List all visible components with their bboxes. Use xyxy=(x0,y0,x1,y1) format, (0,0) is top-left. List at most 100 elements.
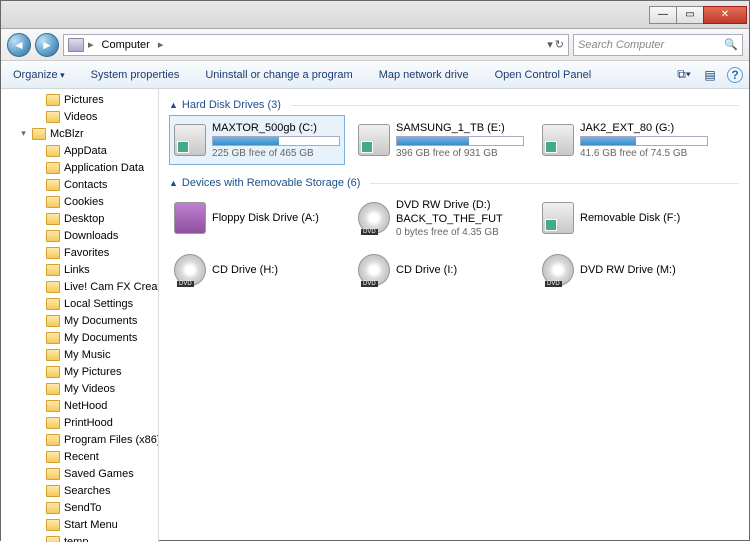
tree-item[interactable]: Contacts xyxy=(1,176,158,193)
tree-item-label: My Documents xyxy=(64,332,137,344)
tree-item[interactable]: Favorites xyxy=(1,244,158,261)
tree-item[interactable]: Desktop xyxy=(1,210,158,227)
tree-item[interactable]: Searches xyxy=(1,482,158,499)
tree-item-label: Local Settings xyxy=(64,298,133,310)
drive-tile[interactable]: DVD RW Drive (M:) xyxy=(537,245,713,295)
collapse-icon: ▲ xyxy=(169,100,178,110)
tree-item-label: Contacts xyxy=(64,179,107,191)
organize-button[interactable]: Organize xyxy=(7,66,71,84)
fold-icon xyxy=(46,94,60,106)
maximize-button[interactable]: ▭ xyxy=(676,6,704,24)
tree-item[interactable]: Local Settings xyxy=(1,295,158,312)
fold-icon xyxy=(46,502,60,514)
drive-tile[interactable]: JAK2_EXT_80 (G:)41.6 GB free of 74.5 GB xyxy=(537,115,713,165)
tree-item[interactable]: Pictures xyxy=(1,91,158,108)
forward-button[interactable]: ► xyxy=(35,33,59,57)
back-button[interactable]: ◄ xyxy=(7,33,31,57)
drive-tile[interactable]: CD Drive (I:) xyxy=(353,245,529,295)
capacity-bar xyxy=(396,136,524,146)
tree-item[interactable]: Recent xyxy=(1,448,158,465)
group-header-removable[interactable]: ▲ Devices with Removable Storage (6) xyxy=(169,173,739,193)
tree-item-label: My Pictures xyxy=(64,366,121,378)
group-title: Hard Disk Drives (3) xyxy=(182,99,281,111)
tree-item[interactable]: My Documents xyxy=(1,312,158,329)
drive-tile[interactable]: SAMSUNG_1_TB (E:)396 GB free of 931 GB xyxy=(353,115,529,165)
hdd-icon xyxy=(542,202,574,234)
chevron-right-icon[interactable]: ▸ xyxy=(88,38,94,51)
chevron-right-icon[interactable]: ▸ xyxy=(158,38,164,51)
close-button[interactable]: ✕ xyxy=(703,6,747,24)
tree-item-label: Favorites xyxy=(64,247,109,259)
open-control-panel-button[interactable]: Open Control Panel xyxy=(489,66,598,84)
fold-icon xyxy=(46,213,60,225)
dvd-icon xyxy=(358,254,390,286)
tree-item[interactable]: Cookies xyxy=(1,193,158,210)
drive-name: CD Drive (H:) xyxy=(212,264,340,276)
drive-free-space: 225 GB free of 465 GB xyxy=(212,148,340,159)
navigation-tree[interactable]: Pictures Videos ▾McBlzrAppDataApplication … xyxy=(1,89,159,542)
tree-item[interactable]: My Music xyxy=(1,346,158,363)
collapse-icon: ▲ xyxy=(169,178,178,188)
tree-item[interactable]: Videos xyxy=(1,108,158,125)
tree-item[interactable]: My Pictures xyxy=(1,363,158,380)
drive-tile[interactable]: MAXTOR_500gb (C:) 225 GB free of 465 GB xyxy=(169,115,345,165)
fold-icon xyxy=(46,468,60,480)
tree-item[interactable]: Downloads xyxy=(1,227,158,244)
map-network-drive-button[interactable]: Map network drive xyxy=(373,66,475,84)
address-dropdown-icon[interactable]: ▾ xyxy=(547,38,553,51)
group-removable-storage: ▲ Devices with Removable Storage (6) Flo… xyxy=(169,173,739,295)
breadcrumb-computer[interactable]: Computer xyxy=(98,37,154,53)
tree-item-label: Live! Cam FX Creator xyxy=(64,281,159,293)
tree-item-label: Recent xyxy=(64,451,99,463)
refresh-icon[interactable]: ↻ xyxy=(555,38,564,51)
tree-item[interactable]: Live! Cam FX Creator xyxy=(1,278,158,295)
drive-tile[interactable]: CD Drive (H:) xyxy=(169,245,345,295)
drive-tile[interactable]: Removable Disk (F:) xyxy=(537,193,713,243)
dvd-icon xyxy=(174,254,206,286)
tree-item-label: NetHood xyxy=(64,400,107,412)
tree-item[interactable]: AppData xyxy=(1,142,158,159)
tree-item[interactable]: My Documents xyxy=(1,329,158,346)
drive-name: MAXTOR_500gb (C:) xyxy=(212,122,340,134)
view-options-icon[interactable]: ⧉▾ xyxy=(675,66,693,84)
address-bar: ◄ ► ▸ Computer ▸ ▾ ↻ Search Computer 🔍 xyxy=(1,29,749,61)
expand-icon[interactable]: ▾ xyxy=(19,128,28,139)
search-input[interactable]: Search Computer 🔍 xyxy=(573,34,743,56)
fold-icon xyxy=(46,485,60,497)
dvd-icon xyxy=(542,254,574,286)
minimize-button[interactable]: — xyxy=(649,6,677,24)
tree-item[interactable]: Application Data xyxy=(1,159,158,176)
tree-item-label: My Videos xyxy=(64,383,115,395)
hdd-icon xyxy=(542,124,574,156)
fold-icon xyxy=(46,434,60,446)
system-properties-button[interactable]: System properties xyxy=(85,66,186,84)
tree-item[interactable]: Links xyxy=(1,261,158,278)
help-icon[interactable]: ? xyxy=(727,67,743,83)
computer-icon xyxy=(68,38,84,52)
tree-item[interactable]: PrintHood xyxy=(1,414,158,431)
tree-item[interactable]: Saved Games xyxy=(1,465,158,482)
tree-item[interactable]: Program Files (x86) xyxy=(1,431,158,448)
tree-item[interactable]: My Videos xyxy=(1,380,158,397)
preview-pane-icon[interactable]: ▤ xyxy=(701,66,719,84)
fold-icon xyxy=(46,230,60,242)
group-header-hdd[interactable]: ▲ Hard Disk Drives (3) xyxy=(169,95,739,115)
drive-name: Floppy Disk Drive (A:) xyxy=(212,212,340,224)
tree-item-label: Videos xyxy=(64,111,97,123)
tree-item[interactable]: ▾McBlzr xyxy=(1,125,158,142)
uninstall-button[interactable]: Uninstall or change a program xyxy=(199,66,358,84)
drive-name: DVD RW Drive (M:) xyxy=(580,264,708,276)
fold-icon xyxy=(46,332,60,344)
tree-item-label: My Documents xyxy=(64,315,137,327)
fold-icon xyxy=(46,111,60,123)
tree-item[interactable]: NetHood xyxy=(1,397,158,414)
titlebar: — ▭ ✕ xyxy=(1,1,749,29)
drive-tile[interactable]: DVD RW Drive (D:)BACK_TO_THE_FUT0 bytes … xyxy=(353,193,529,243)
drive-tile[interactable]: Floppy Disk Drive (A:) xyxy=(169,193,345,243)
breadcrumb[interactable]: ▸ Computer ▸ ▾ ↻ xyxy=(63,34,569,56)
group-title: Devices with Removable Storage (6) xyxy=(182,177,361,189)
drive-name: JAK2_EXT_80 (G:) xyxy=(580,122,708,134)
fold-icon xyxy=(46,247,60,259)
tree-item[interactable]: SendTo xyxy=(1,499,158,516)
tree-item[interactable]: Start Menu xyxy=(1,516,158,533)
